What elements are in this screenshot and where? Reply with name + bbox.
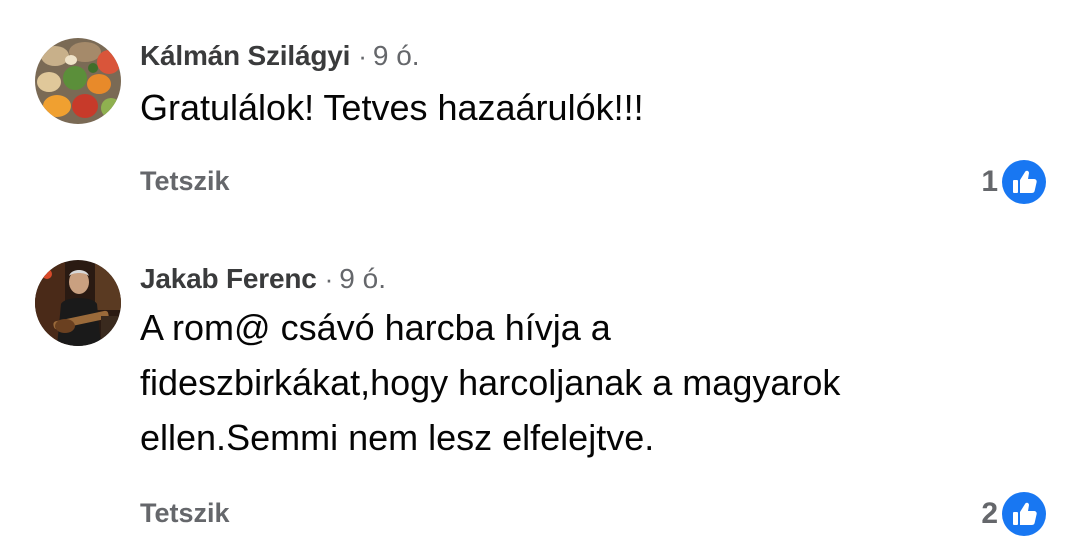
author-name[interactable]: Jakab Ferenc [140, 263, 317, 294]
reaction-count: 2 [981, 497, 998, 530]
vegetables-photo [35, 38, 121, 124]
timestamp[interactable]: 9 ó. [373, 40, 420, 71]
guitarist-photo [35, 260, 121, 346]
reaction-summary[interactable]: 2 [981, 492, 1046, 536]
reaction-count: 1 [981, 165, 998, 198]
comment-text: Gratulálok! Tetves hazaárulók!!! [140, 87, 644, 128]
comment-header: Jakab Ferenc · 9 ó. [140, 263, 386, 295]
avatar[interactable] [35, 38, 121, 124]
separator-dot: · [324, 264, 334, 294]
comment: Kálmán Szilágyi · 9 ó. Gratulálok! Tetves … [0, 0, 1080, 230]
reaction-summary[interactable]: 1 [981, 160, 1046, 204]
timestamp[interactable]: 9 ó. [339, 263, 386, 294]
avatar[interactable] [35, 260, 121, 346]
comment-text: A rom@ csávó harcba hívja a fideszbirkák… [140, 307, 841, 458]
thumbs-up-icon [1002, 160, 1046, 204]
comment: Jakab Ferenc · 9 ó. A rom@ csávó harcba hí… [0, 230, 1080, 547]
comment-header: Kálmán Szilágyi · 9 ó. [140, 40, 420, 72]
author-name[interactable]: Kálmán Szilágyi [140, 40, 350, 71]
like-button[interactable]: Tetszik [140, 166, 230, 197]
like-button[interactable]: Tetszik [140, 498, 230, 529]
separator-dot: · [358, 41, 367, 71]
thumbs-up-icon [1002, 492, 1046, 536]
